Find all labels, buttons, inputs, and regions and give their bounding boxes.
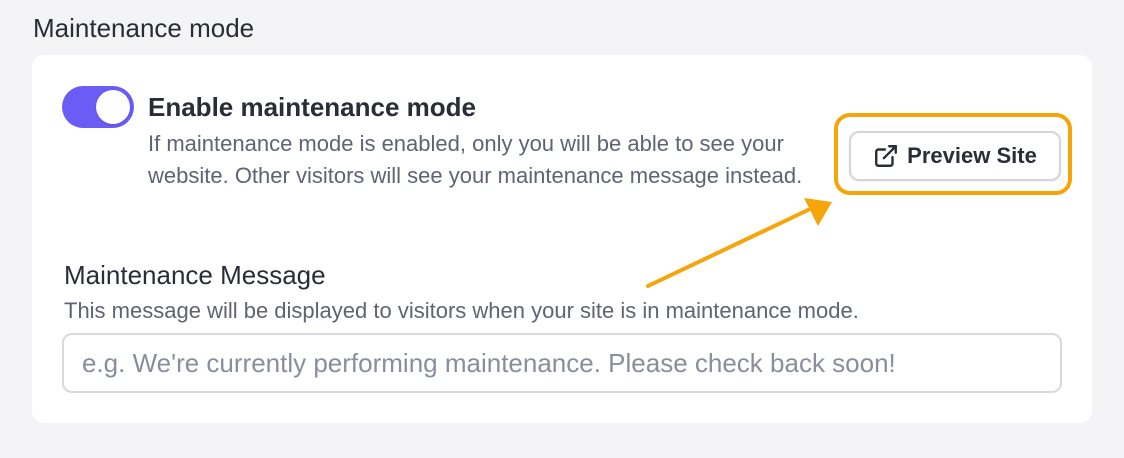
maintenance-message-help: This message will be displayed to visito… xyxy=(64,298,859,323)
maintenance-message-label: Maintenance Message xyxy=(64,260,326,290)
maintenance-message-input[interactable] xyxy=(62,333,1062,393)
